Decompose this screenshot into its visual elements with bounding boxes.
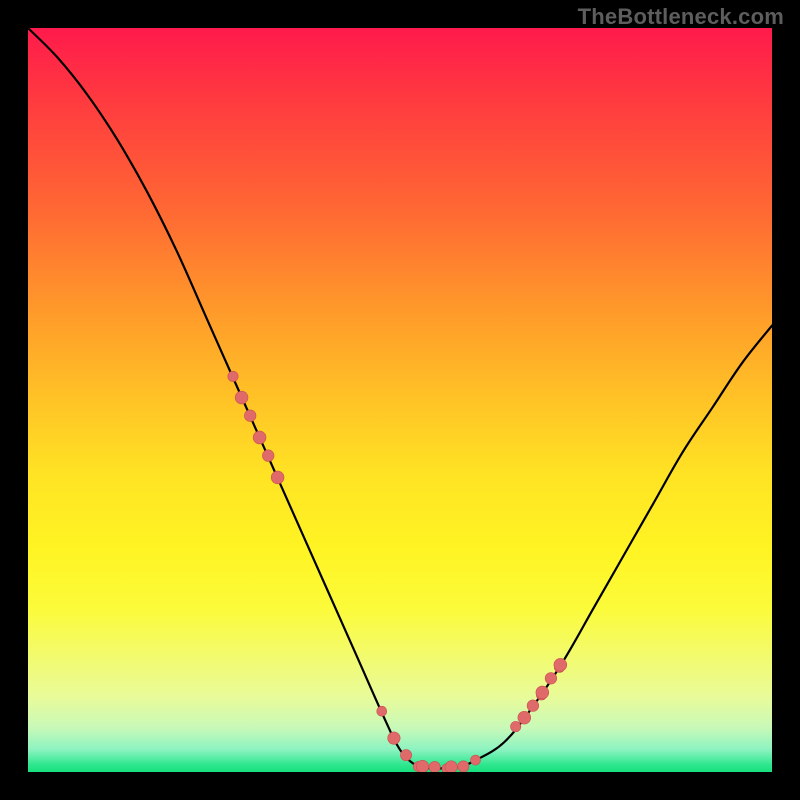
curve-marker: [400, 750, 411, 761]
curve-marker: [458, 761, 469, 772]
bottleneck-curve: [28, 28, 772, 769]
curve-marker: [536, 686, 549, 699]
curve-marker: [244, 410, 256, 422]
curve-marker: [471, 755, 481, 765]
chart-frame: TheBottleneck.com: [0, 0, 800, 800]
curve-marker: [235, 391, 248, 404]
curve-marker: [445, 761, 457, 772]
curve-marker: [527, 700, 539, 712]
curve-marker: [377, 706, 387, 716]
curve-markers: [228, 371, 567, 772]
curve-marker: [262, 450, 274, 462]
curve-marker: [518, 711, 531, 724]
curve-marker: [416, 760, 428, 772]
curve-marker: [388, 732, 400, 744]
curve-marker: [554, 658, 567, 671]
curve-marker: [510, 721, 520, 731]
curve-layer: [28, 28, 772, 772]
curve-marker: [228, 371, 238, 381]
plot-area: [28, 28, 772, 772]
watermark-text: TheBottleneck.com: [578, 4, 784, 30]
curve-marker: [271, 471, 284, 484]
curve-marker: [253, 431, 266, 444]
curve-marker: [545, 673, 557, 685]
curve-marker: [429, 761, 440, 772]
